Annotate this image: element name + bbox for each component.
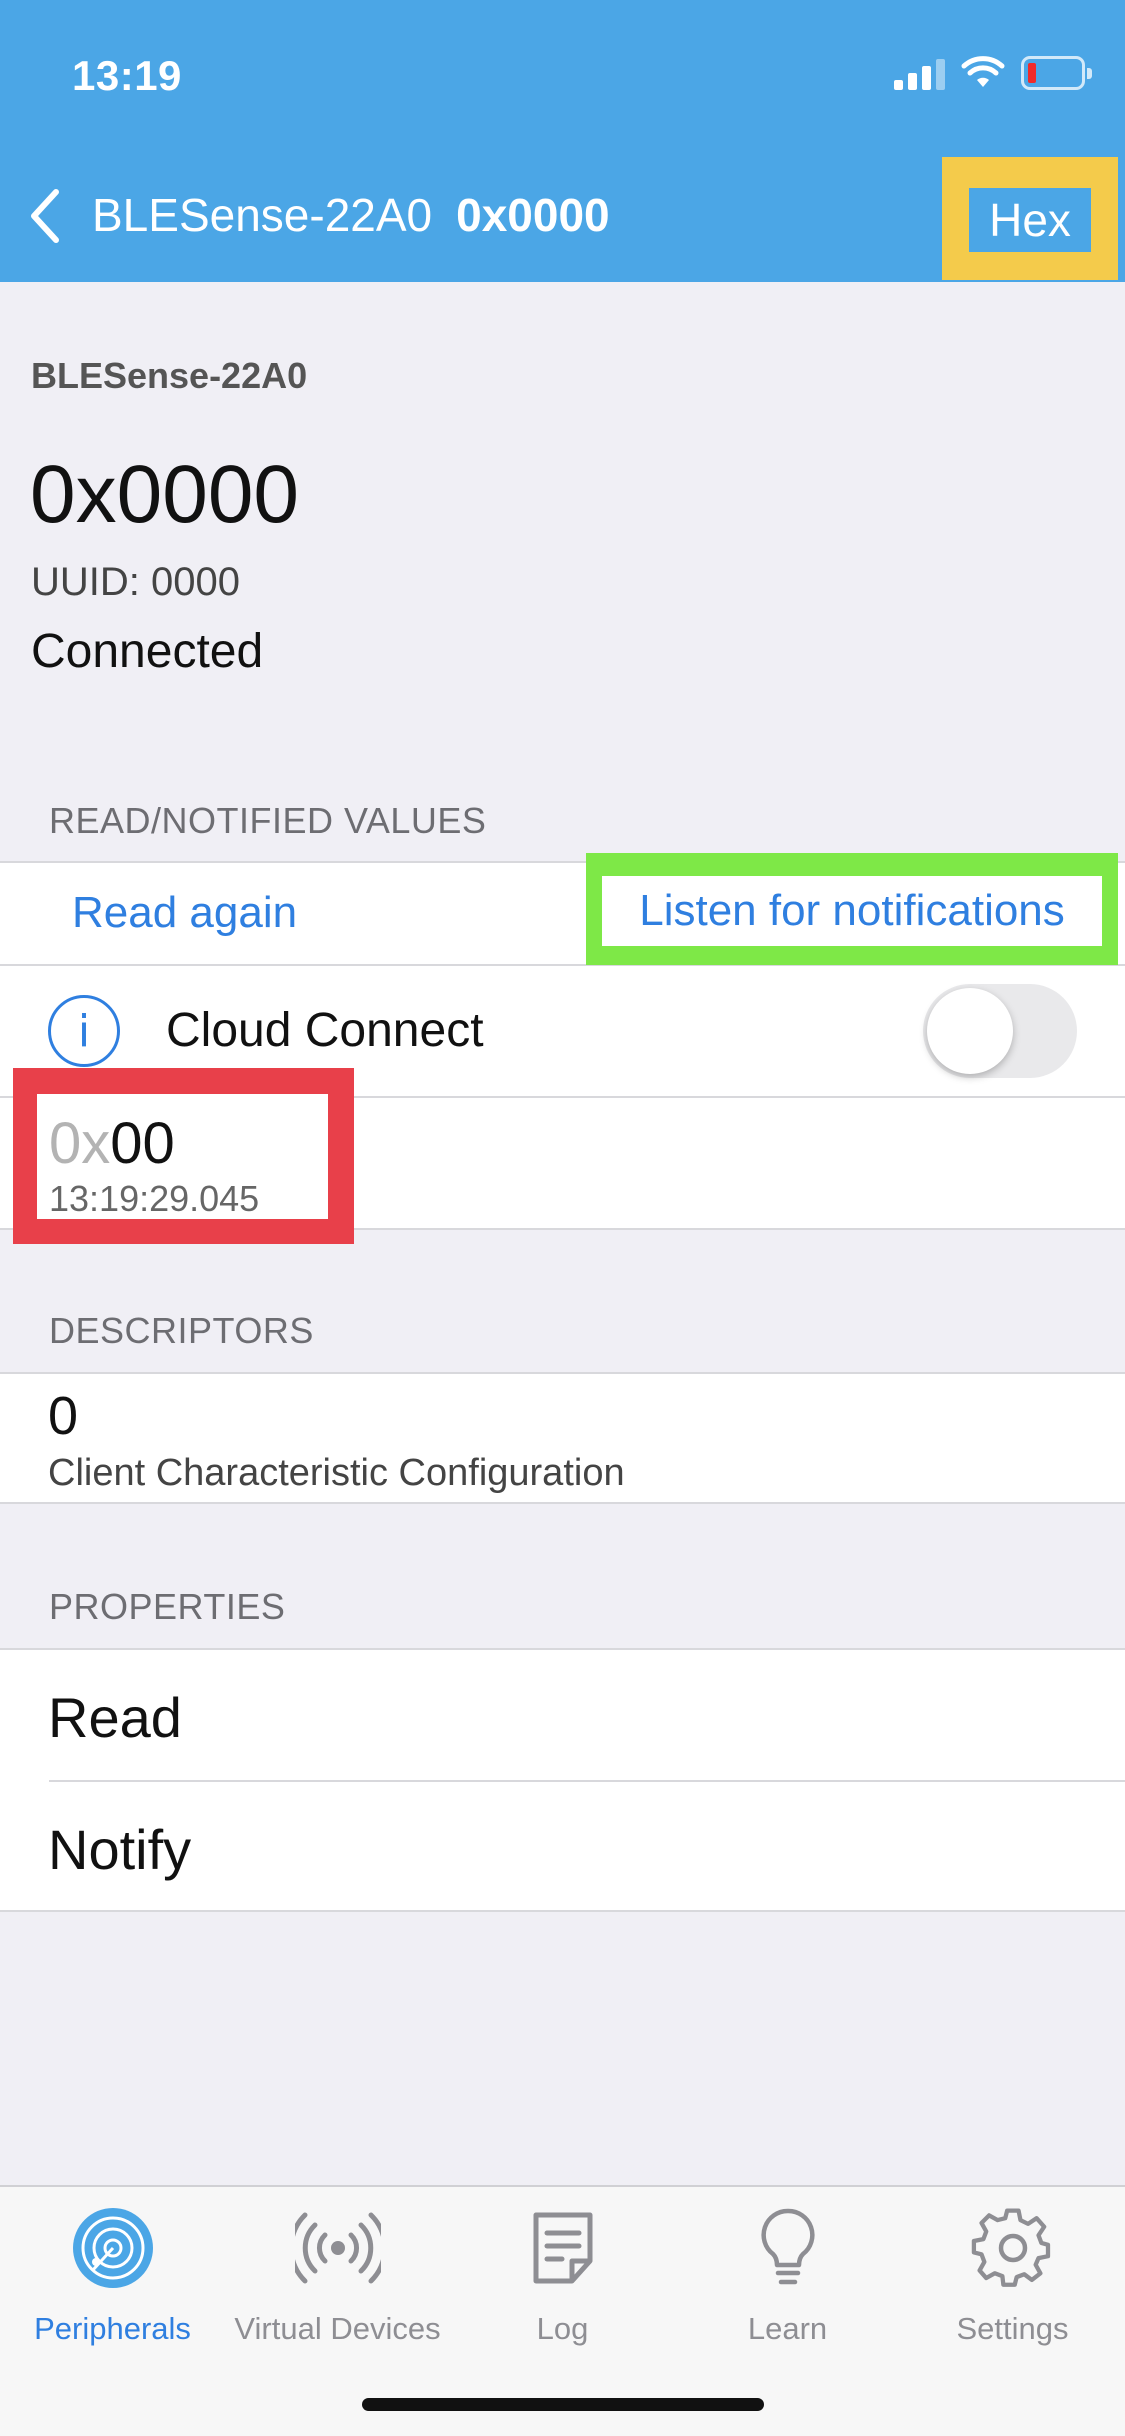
tab-log[interactable]: Log bbox=[450, 2205, 675, 2365]
value-prefix: 0x bbox=[49, 1111, 111, 1176]
battery-level bbox=[1028, 63, 1036, 83]
tab-settings[interactable]: Settings bbox=[900, 2205, 1125, 2365]
tab-label: Settings bbox=[956, 2311, 1069, 2346]
tab-label: Peripherals bbox=[34, 2311, 191, 2346]
info-icon[interactable]: i bbox=[48, 995, 120, 1067]
value-entry: 0x00 13:19:29.045 bbox=[37, 1094, 328, 1219]
nav-device-name: BLESense-22A0 bbox=[92, 189, 433, 241]
status-icons bbox=[894, 56, 1092, 90]
read-again-button[interactable]: Read again bbox=[72, 888, 297, 938]
broadcast-icon bbox=[294, 2212, 381, 2284]
hex-format-button[interactable]: Hex bbox=[969, 188, 1091, 252]
cloud-connect-toggle[interactable] bbox=[923, 984, 1077, 1078]
property-item-notify: Notify bbox=[48, 1818, 192, 1881]
status-time: 13:19 bbox=[72, 52, 182, 99]
uuid-label: UUID: 0000 bbox=[31, 560, 240, 604]
row-divider bbox=[49, 1780, 1125, 1782]
listen-notifications-button[interactable]: Listen for notifications bbox=[602, 876, 1102, 946]
characteristic-title: 0x0000 bbox=[30, 449, 300, 540]
tab-label: Learn bbox=[747, 2311, 828, 2346]
back-chevron-icon[interactable] bbox=[26, 186, 66, 246]
section-header-properties: PROPERTIES bbox=[49, 1586, 286, 1627]
descriptor-detail: Client Characteristic Configuration bbox=[48, 1452, 625, 1494]
tab-virtual-devices[interactable]: Virtual Devices bbox=[225, 2205, 450, 2365]
tab-learn[interactable]: Learn bbox=[675, 2205, 900, 2365]
tab-peripherals[interactable]: Peripherals bbox=[0, 2205, 225, 2365]
connection-status: Connected bbox=[31, 625, 264, 678]
wifi-icon bbox=[961, 56, 1005, 87]
value-reading: 0x00 bbox=[49, 1110, 175, 1177]
battery-icon bbox=[1021, 56, 1092, 90]
log-note-icon bbox=[533, 2212, 592, 2284]
gear-icon bbox=[971, 2208, 1050, 2287]
value-hex: 00 bbox=[110, 1111, 175, 1176]
section-header-descriptors: DESCRIPTORS bbox=[49, 1310, 314, 1351]
device-name: BLESense-22A0 bbox=[31, 355, 308, 396]
nav-title: BLESense-22A0 0x0000 bbox=[92, 188, 610, 242]
cellular-signal-icon bbox=[894, 56, 945, 90]
tab-label: Log bbox=[536, 2311, 589, 2346]
descriptor-name: 0 bbox=[48, 1386, 79, 1446]
property-item-read: Read bbox=[48, 1686, 182, 1749]
home-indicator[interactable] bbox=[362, 2398, 764, 2411]
section-header-read-values: READ/NOTIFIED VALUES bbox=[49, 800, 487, 841]
cloud-connect-label: Cloud Connect bbox=[166, 1004, 484, 1057]
peripherals-radar-icon bbox=[72, 2208, 153, 2288]
tab-label: Virtual Devices bbox=[234, 2311, 441, 2346]
toggle-knob bbox=[927, 988, 1013, 1074]
nav-characteristic: 0x0000 bbox=[456, 189, 610, 241]
value-timestamp: 13:19:29.045 bbox=[49, 1178, 260, 1219]
lightbulb-icon bbox=[760, 2208, 815, 2285]
